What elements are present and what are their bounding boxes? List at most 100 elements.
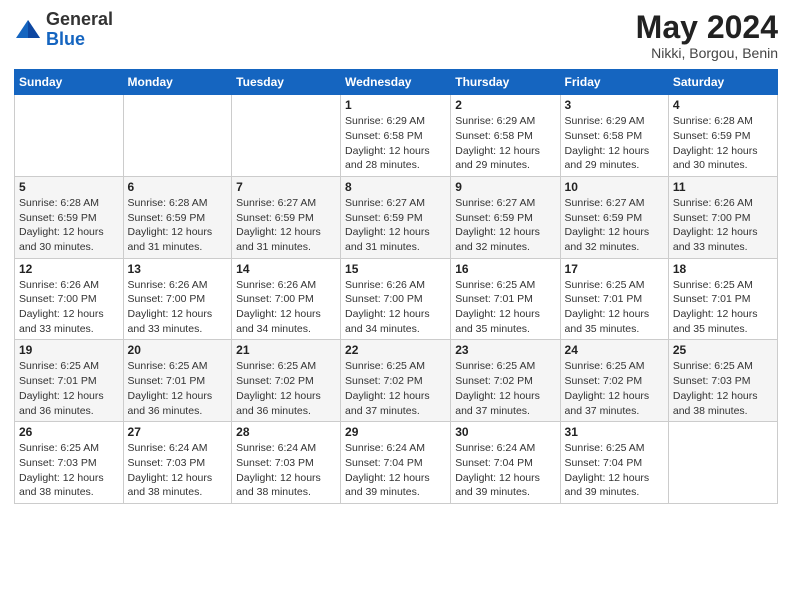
day-info: Sunrise: 6:27 AM Sunset: 6:59 PM Dayligh… <box>345 197 430 253</box>
day-info: Sunrise: 6:24 AM Sunset: 7:04 PM Dayligh… <box>345 442 430 498</box>
weekday-header-sunday: Sunday <box>15 70 124 95</box>
day-cell: 29 Sunrise: 6:24 AM Sunset: 7:04 PM Dayli… <box>341 422 451 504</box>
weekday-header-friday: Friday <box>560 70 668 95</box>
day-info: Sunrise: 6:27 AM Sunset: 6:59 PM Dayligh… <box>236 197 321 253</box>
day-cell: 30Sunrise: 6:24 AM Sunset: 7:04 PM Dayli… <box>451 422 560 504</box>
day-number: 21 <box>236 343 336 357</box>
weekday-header-tuesday: Tuesday <box>232 70 341 95</box>
day-number: 2 <box>455 98 555 112</box>
day-cell: 31Sunrise: 6:25 AM Sunset: 7:04 PM Dayli… <box>560 422 668 504</box>
day-cell: 24Sunrise: 6:25 AM Sunset: 7:02 PM Dayli… <box>560 340 668 422</box>
day-number: 1 <box>345 98 446 112</box>
day-cell <box>15 95 124 177</box>
day-info: Sunrise: 6:29 AM Sunset: 6:58 PM Dayligh… <box>565 115 650 171</box>
day-number: 3 <box>565 98 664 112</box>
day-number: 11 <box>673 180 773 194</box>
day-number: 23 <box>455 343 555 357</box>
weekday-header-saturday: Saturday <box>668 70 777 95</box>
day-cell: 22 Sunrise: 6:25 AM Sunset: 7:02 PM Dayli… <box>341 340 451 422</box>
day-cell: 8 Sunrise: 6:27 AM Sunset: 6:59 PM Daylig… <box>341 176 451 258</box>
logo-blue: Blue <box>46 29 85 49</box>
day-number: 20 <box>128 343 228 357</box>
weekday-header-monday: Monday <box>123 70 232 95</box>
day-info: Sunrise: 6:27 AM Sunset: 6:59 PM Dayligh… <box>455 197 540 253</box>
page: General Blue May 2024 Nikki, Borgou, Ben… <box>0 0 792 612</box>
day-cell: 7Sunrise: 6:27 AM Sunset: 6:59 PM Daylig… <box>232 176 341 258</box>
day-cell: 16 Sunrise: 6:25 AM Sunset: 7:01 PM Dayli… <box>451 258 560 340</box>
day-cell: 6 Sunrise: 6:28 AM Sunset: 6:59 PM Daylig… <box>123 176 232 258</box>
day-cell: 12 Sunrise: 6:26 AM Sunset: 7:00 PM Dayli… <box>15 258 124 340</box>
day-number: 26 <box>19 425 119 439</box>
header: General Blue May 2024 Nikki, Borgou, Ben… <box>14 10 778 61</box>
day-cell: 26 Sunrise: 6:25 AM Sunset: 7:03 PM Dayli… <box>15 422 124 504</box>
title-block: May 2024 Nikki, Borgou, Benin <box>636 10 778 61</box>
day-cell: 3 Sunrise: 6:29 AM Sunset: 6:58 PM Daylig… <box>560 95 668 177</box>
day-cell: 17 Sunrise: 6:25 AM Sunset: 7:01 PM Dayli… <box>560 258 668 340</box>
day-info: Sunrise: 6:28 AM Sunset: 6:59 PM Dayligh… <box>19 197 104 253</box>
weekday-header-wednesday: Wednesday <box>341 70 451 95</box>
day-number: 10 <box>565 180 664 194</box>
day-info: Sunrise: 6:25 AM Sunset: 7:02 PM Dayligh… <box>455 360 540 416</box>
day-info: Sunrise: 6:26 AM Sunset: 7:00 PM Dayligh… <box>236 279 321 335</box>
day-number: 19 <box>19 343 119 357</box>
day-info: Sunrise: 6:25 AM Sunset: 7:01 PM Dayligh… <box>565 279 650 335</box>
day-number: 18 <box>673 262 773 276</box>
day-cell: 11 Sunrise: 6:26 AM Sunset: 7:00 PM Dayli… <box>668 176 777 258</box>
day-number: 5 <box>19 180 119 194</box>
day-info: Sunrise: 6:29 AM Sunset: 6:58 PM Dayligh… <box>455 115 540 171</box>
logo: General Blue <box>14 10 113 50</box>
logo-icon <box>14 16 42 44</box>
day-info: Sunrise: 6:28 AM Sunset: 6:59 PM Dayligh… <box>128 197 213 253</box>
day-number: 6 <box>128 180 228 194</box>
logo-general: General <box>46 9 113 29</box>
day-info: Sunrise: 6:24 AM Sunset: 7:03 PM Dayligh… <box>128 442 213 498</box>
day-info: Sunrise: 6:25 AM Sunset: 7:01 PM Dayligh… <box>19 360 104 416</box>
day-cell: 13 Sunrise: 6:26 AM Sunset: 7:00 PM Dayli… <box>123 258 232 340</box>
location: Nikki, Borgou, Benin <box>636 45 778 61</box>
week-row-4: 19 Sunrise: 6:25 AM Sunset: 7:01 PM Dayli… <box>15 340 778 422</box>
day-number: 13 <box>128 262 228 276</box>
week-row-5: 26 Sunrise: 6:25 AM Sunset: 7:03 PM Dayli… <box>15 422 778 504</box>
day-number: 22 <box>345 343 446 357</box>
day-cell: 18 Sunrise: 6:25 AM Sunset: 7:01 PM Dayli… <box>668 258 777 340</box>
day-number: 8 <box>345 180 446 194</box>
day-cell: 27 Sunrise: 6:24 AM Sunset: 7:03 PM Dayli… <box>123 422 232 504</box>
day-number: 12 <box>19 262 119 276</box>
day-cell: 23 Sunrise: 6:25 AM Sunset: 7:02 PM Dayli… <box>451 340 560 422</box>
day-info: Sunrise: 6:26 AM Sunset: 7:00 PM Dayligh… <box>345 279 430 335</box>
day-cell: 14Sunrise: 6:26 AM Sunset: 7:00 PM Dayli… <box>232 258 341 340</box>
day-number: 27 <box>128 425 228 439</box>
day-number: 16 <box>455 262 555 276</box>
day-number: 29 <box>345 425 446 439</box>
day-cell: 9Sunrise: 6:27 AM Sunset: 6:59 PM Daylig… <box>451 176 560 258</box>
day-info: Sunrise: 6:25 AM Sunset: 7:01 PM Dayligh… <box>455 279 540 335</box>
day-info: Sunrise: 6:29 AM Sunset: 6:58 PM Dayligh… <box>345 115 430 171</box>
day-info: Sunrise: 6:28 AM Sunset: 6:59 PM Dayligh… <box>673 115 758 171</box>
day-info: Sunrise: 6:25 AM Sunset: 7:03 PM Dayligh… <box>19 442 104 498</box>
day-cell: 10 Sunrise: 6:27 AM Sunset: 6:59 PM Dayli… <box>560 176 668 258</box>
day-info: Sunrise: 6:25 AM Sunset: 7:01 PM Dayligh… <box>128 360 213 416</box>
day-cell: 5 Sunrise: 6:28 AM Sunset: 6:59 PM Daylig… <box>15 176 124 258</box>
weekday-header-thursday: Thursday <box>451 70 560 95</box>
day-info: Sunrise: 6:25 AM Sunset: 7:02 PM Dayligh… <box>345 360 430 416</box>
week-row-1: 1 Sunrise: 6:29 AM Sunset: 6:58 PM Daylig… <box>15 95 778 177</box>
day-number: 25 <box>673 343 773 357</box>
day-cell: 19 Sunrise: 6:25 AM Sunset: 7:01 PM Dayli… <box>15 340 124 422</box>
day-info: Sunrise: 6:25 AM Sunset: 7:03 PM Dayligh… <box>673 360 758 416</box>
day-info: Sunrise: 6:26 AM Sunset: 7:00 PM Dayligh… <box>673 197 758 253</box>
day-info: Sunrise: 6:25 AM Sunset: 7:01 PM Dayligh… <box>673 279 758 335</box>
day-number: 15 <box>345 262 446 276</box>
day-cell: 20 Sunrise: 6:25 AM Sunset: 7:01 PM Dayli… <box>123 340 232 422</box>
day-info: Sunrise: 6:24 AM Sunset: 7:04 PM Dayligh… <box>455 442 540 498</box>
day-cell: 28Sunrise: 6:24 AM Sunset: 7:03 PM Dayli… <box>232 422 341 504</box>
day-info: Sunrise: 6:27 AM Sunset: 6:59 PM Dayligh… <box>565 197 650 253</box>
week-row-2: 5 Sunrise: 6:28 AM Sunset: 6:59 PM Daylig… <box>15 176 778 258</box>
day-info: Sunrise: 6:26 AM Sunset: 7:00 PM Dayligh… <box>128 279 213 335</box>
calendar: SundayMondayTuesdayWednesdayThursdayFrid… <box>14 69 778 504</box>
day-info: Sunrise: 6:24 AM Sunset: 7:03 PM Dayligh… <box>236 442 321 498</box>
day-info: Sunrise: 6:26 AM Sunset: 7:00 PM Dayligh… <box>19 279 104 335</box>
day-info: Sunrise: 6:25 AM Sunset: 7:04 PM Dayligh… <box>565 442 650 498</box>
day-number: 17 <box>565 262 664 276</box>
logo-text: General Blue <box>46 10 113 50</box>
day-info: Sunrise: 6:25 AM Sunset: 7:02 PM Dayligh… <box>236 360 321 416</box>
